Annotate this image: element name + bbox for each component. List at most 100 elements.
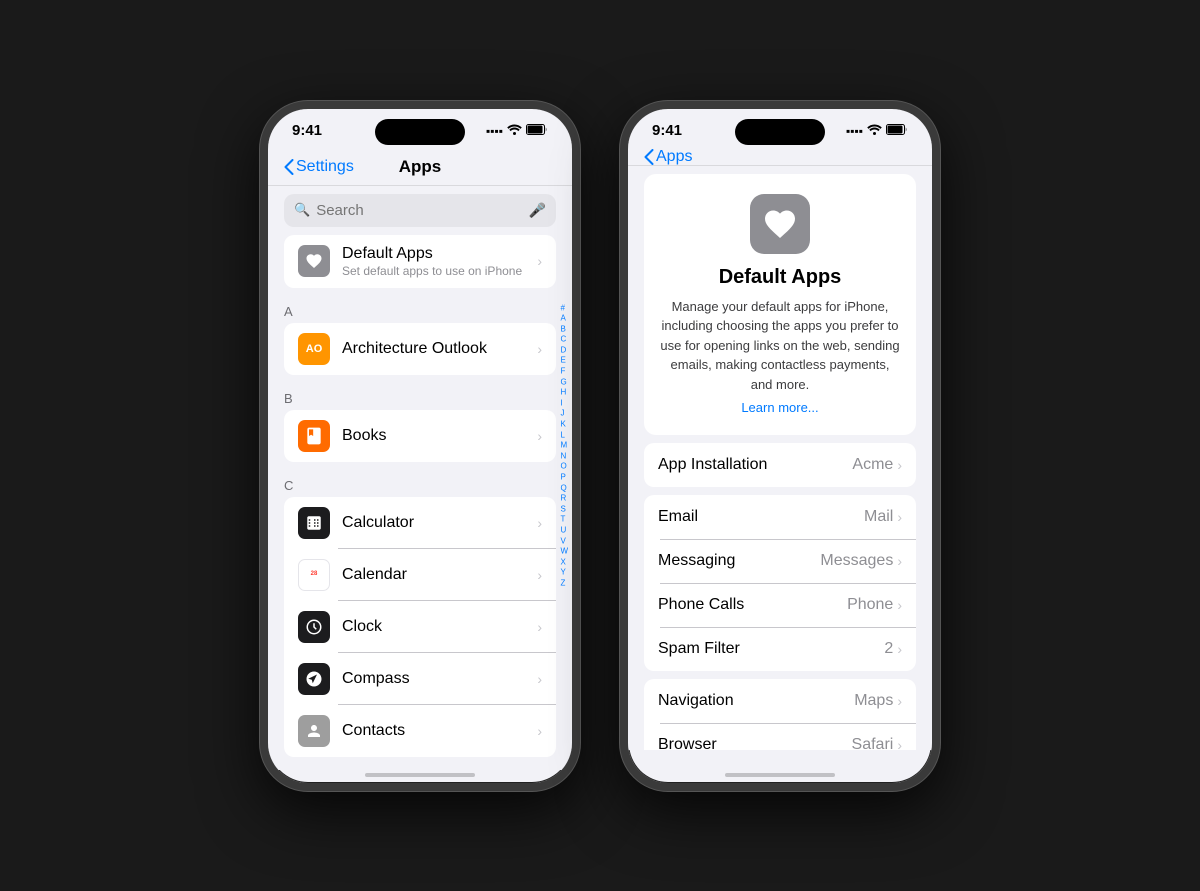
screen-content-right: Default Apps Manage your default apps fo… [628, 166, 932, 750]
app-installation-label: App Installation [658, 456, 852, 474]
section-header-b: B [268, 383, 572, 410]
compass-row[interactable]: Compass › [284, 653, 556, 705]
back-button-right[interactable]: Apps [644, 148, 692, 166]
nav-bar-right: Apps [628, 153, 932, 166]
spam-filter-label: Spam Filter [658, 640, 884, 658]
section-header-f: F [268, 765, 572, 770]
phone-calls-label: Phone Calls [658, 596, 847, 614]
architecture-outlook-row[interactable]: AO Architecture Outlook › [284, 323, 556, 375]
status-icons-left: ▪▪▪▪ [486, 124, 548, 138]
home-indicator-left [365, 773, 475, 777]
calendar-icon: 28 [298, 559, 330, 591]
chevron-icon: › [537, 341, 542, 357]
status-time-right: 9:41 [652, 122, 682, 139]
spam-filter-value: 2 [884, 640, 893, 658]
battery-icon [526, 124, 548, 138]
chevron-icon: › [537, 671, 542, 687]
search-input[interactable] [316, 202, 522, 219]
navigation-value: Maps [854, 692, 893, 710]
section-a: A AO Architecture Outlook › [268, 296, 572, 375]
chevron-icon: › [897, 641, 902, 657]
books-label: Books [342, 427, 537, 445]
phone-calls-row[interactable]: Phone Calls Phone › [644, 583, 916, 627]
section-header-a: A [268, 296, 572, 323]
compass-icon [298, 663, 330, 695]
navigation-row[interactable]: Navigation Maps › [644, 679, 916, 723]
browser-label: Browser [658, 736, 852, 750]
left-phone: 9:41 ▪▪▪▪ [260, 101, 580, 791]
detail-header-section: Default Apps Manage your default apps fo… [644, 174, 916, 436]
contacts-icon [298, 715, 330, 747]
default-apps-row[interactable]: Default Apps Set default apps to use on … [284, 235, 556, 288]
status-time-left: 9:41 [292, 122, 322, 139]
chevron-icon: › [897, 553, 902, 569]
browser-group: Navigation Maps › Browser Safari › Trans… [644, 679, 916, 750]
default-apps-sub: Set default apps to use on iPhone [342, 264, 537, 278]
chevron-icon: › [897, 693, 902, 709]
dynamic-island-right [735, 119, 825, 145]
calculator-icon [298, 507, 330, 539]
default-apps-icon [298, 245, 330, 277]
nav-title-left: Apps [399, 157, 442, 177]
messaging-row[interactable]: Messaging Messages › [644, 539, 916, 583]
browser-value: Safari [852, 736, 894, 750]
app-installation-group: App Installation Acme › [644, 443, 916, 487]
default-apps-label: Default Apps [342, 245, 537, 263]
app-installation-value: Acme [852, 456, 893, 474]
architecture-outlook-label: Architecture Outlook [342, 340, 537, 358]
clock-row[interactable]: Clock › [284, 601, 556, 653]
email-value: Mail [864, 508, 893, 526]
compass-label: Compass [342, 670, 537, 688]
detail-title: Default Apps [660, 266, 900, 289]
books-row[interactable]: Books › [284, 410, 556, 462]
clock-label: Clock [342, 618, 537, 636]
navigation-label: Navigation [658, 692, 854, 710]
browser-row[interactable]: Browser Safari › [644, 723, 916, 750]
contacts-label: Contacts [342, 722, 537, 740]
microphone-icon: 🎤 [529, 202, 546, 219]
section-a-list: AO Architecture Outlook › [284, 323, 556, 375]
screen-content-left: 🔍 🎤 Default Apps Set default apps to use… [268, 186, 572, 770]
default-apps-detail-icon [750, 194, 810, 254]
search-bar[interactable]: 🔍 🎤 [284, 194, 556, 227]
status-icons-right: ▪▪▪▪ [846, 124, 908, 138]
chevron-icon: › [897, 737, 902, 750]
home-indicator-right [725, 773, 835, 777]
right-phone: 9:41 ▪▪▪▪ [620, 101, 940, 791]
email-label: Email [658, 508, 864, 526]
dynamic-island-left [375, 119, 465, 145]
calculator-row[interactable]: Calculator › [284, 497, 556, 549]
wifi-icon [867, 124, 882, 138]
messaging-label: Messaging [658, 552, 820, 570]
app-installation-row[interactable]: App Installation Acme › [644, 443, 916, 487]
battery-icon [886, 124, 908, 138]
nav-bar-left: Settings Apps [268, 153, 572, 186]
section-f: F FaceTime › Files › [268, 765, 572, 770]
ao-icon: AO [298, 333, 330, 365]
clock-icon [298, 611, 330, 643]
calculator-label: Calculator [342, 514, 537, 532]
communication-group: Email Mail › Messaging Messages › Phone … [644, 495, 916, 671]
chevron-icon: › [897, 509, 902, 525]
chevron-icon: › [537, 515, 542, 531]
contacts-row[interactable]: Contacts › [284, 705, 556, 757]
alpha-index[interactable]: # A B C D E F G H I J K L M N O P Q R S … [560, 303, 568, 588]
calendar-row[interactable]: 28 Calendar › [284, 549, 556, 601]
signal-icon: ▪▪▪▪ [486, 124, 503, 138]
messaging-value: Messages [820, 552, 893, 570]
section-c-list: Calculator › 28 Calendar › Clock › [284, 497, 556, 757]
section-b: B Books › [268, 383, 572, 462]
phone-calls-value: Phone [847, 596, 893, 614]
spam-filter-row[interactable]: Spam Filter 2 › [644, 627, 916, 671]
section-header-c: C [268, 470, 572, 497]
default-apps-section: Default Apps Set default apps to use on … [284, 235, 556, 288]
chevron-icon: › [537, 253, 542, 269]
back-button-left[interactable]: Settings [284, 158, 354, 176]
search-icon: 🔍 [294, 202, 310, 218]
books-icon [298, 420, 330, 452]
chevron-icon: › [897, 597, 902, 613]
email-row[interactable]: Email Mail › [644, 495, 916, 539]
section-c: C Calculator › 28 Calendar › [268, 470, 572, 757]
learn-more-link[interactable]: Learn more... [660, 400, 900, 415]
calendar-label: Calendar [342, 566, 537, 584]
